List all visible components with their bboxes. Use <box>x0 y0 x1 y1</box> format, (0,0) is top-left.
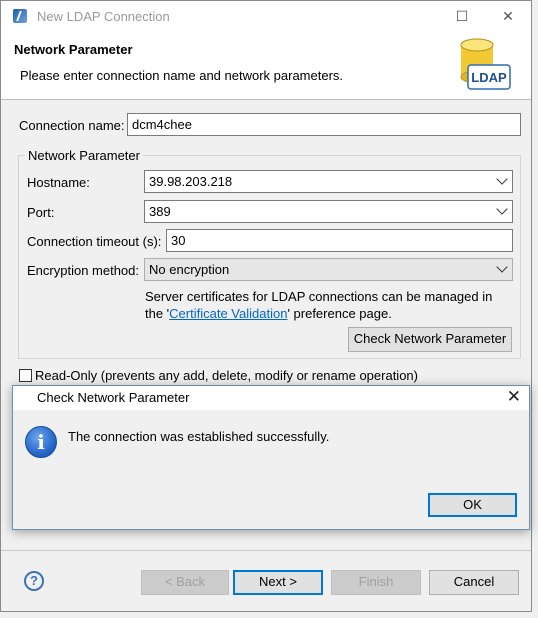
hostname-value: 39.98.203.218 <box>149 174 233 189</box>
cancel-button[interactable]: Cancel <box>429 570 519 595</box>
encryption-label: Encryption method: <box>27 263 140 278</box>
check-network-parameter-dialog: Check Network Parameter ✕ i The connecti… <box>12 385 530 530</box>
chevron-down-icon <box>496 261 508 273</box>
dialog-title: Check Network Parameter <box>37 390 190 405</box>
app-icon <box>13 9 27 23</box>
window-title: New LDAP Connection <box>37 9 170 24</box>
back-button[interactable]: < Back <box>141 570 229 595</box>
dialog-footer: OK <box>13 484 529 529</box>
page-description: Please enter connection name and network… <box>20 68 344 83</box>
hostname-label: Hostname: <box>27 175 90 190</box>
port-value: 389 <box>149 204 171 219</box>
finish-button[interactable]: Finish <box>331 570 421 595</box>
dialog-message: The connection was established successfu… <box>68 429 330 444</box>
encryption-combo[interactable]: No encryption <box>144 258 513 281</box>
network-parameter-group-title: Network Parameter <box>25 148 143 163</box>
page-title: Network Parameter <box>14 42 133 57</box>
timeout-input[interactable]: 30 <box>166 229 513 252</box>
info-icon: i <box>25 426 57 458</box>
connection-name-label: Connection name: <box>19 118 125 133</box>
dialog-titlebar: Check Network Parameter ✕ <box>13 386 529 410</box>
chevron-down-icon <box>496 173 508 185</box>
connection-name-input[interactable]: dcm4chee <box>127 113 521 136</box>
cert-info-prefix: the ' <box>145 306 170 321</box>
read-only-label: Read-Only (prevents any add, delete, mod… <box>35 368 418 383</box>
encryption-value: No encryption <box>149 262 230 277</box>
footer-separator <box>1 550 531 551</box>
maximize-button[interactable]: ☐ <box>439 1 485 32</box>
dialog-close-icon[interactable]: ✕ <box>507 387 521 407</box>
close-window-button[interactable]: ✕ <box>485 1 531 32</box>
read-only-checkbox[interactable] <box>19 369 32 382</box>
port-label: Port: <box>27 205 55 220</box>
cert-info-line1: Server certificates for LDAP connections… <box>145 289 493 304</box>
ldap-icon-label: LDAP <box>471 70 507 85</box>
dialog-body: i The connection was established success… <box>13 410 529 484</box>
window-titlebar: New LDAP Connection ☐ ✕ <box>1 1 531 32</box>
certificate-validation-link[interactable]: Certificate Validation <box>169 306 287 321</box>
help-icon[interactable]: ? <box>24 571 44 591</box>
chevron-down-icon <box>496 203 508 215</box>
ldap-database-icon: LDAP <box>460 38 511 90</box>
ok-button[interactable]: OK <box>428 493 517 517</box>
hostname-combo[interactable]: 39.98.203.218 <box>144 170 513 193</box>
next-button[interactable]: Next > <box>233 570 323 595</box>
wizard-header: Network Parameter Please enter connectio… <box>1 32 531 100</box>
check-network-parameter-button[interactable]: Check Network Parameter <box>348 327 512 352</box>
cert-info-line2: the 'Certificate Validation' preference … <box>145 306 392 321</box>
cert-info-suffix: ' preference page. <box>287 306 392 321</box>
timeout-label: Connection timeout (s): <box>27 234 162 249</box>
port-combo[interactable]: 389 <box>144 200 513 223</box>
